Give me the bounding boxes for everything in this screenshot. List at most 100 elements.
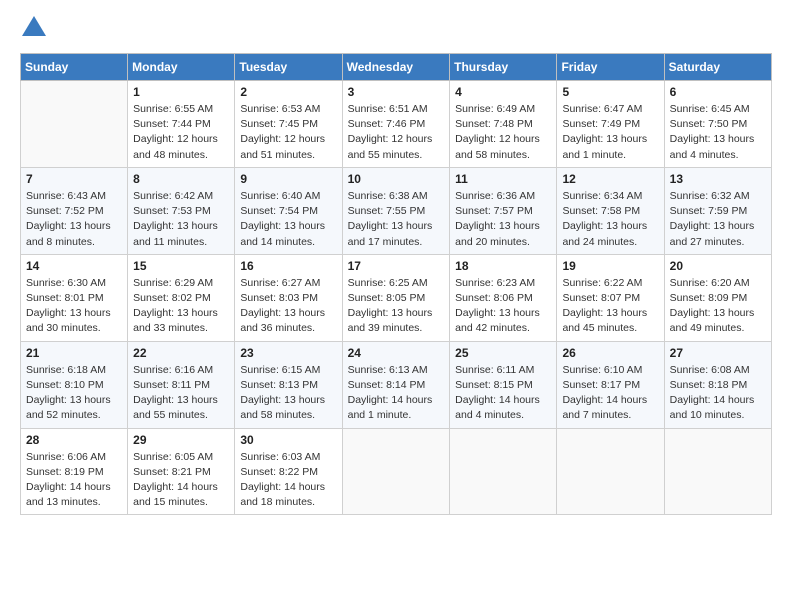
day-cell: 24 Sunrise: 6:13 AM Sunset: 8:14 PM Dayli… <box>342 341 450 428</box>
day-info: Sunrise: 6:10 AM Sunset: 8:17 PM Dayligh… <box>562 363 658 424</box>
day-info: Sunrise: 6:15 AM Sunset: 8:13 PM Dayligh… <box>240 363 336 424</box>
week-row-2: 7Sunrise: 6:43 AM Sunset: 7:52 PM Daylig… <box>21 167 772 254</box>
day-number: 26 <box>562 346 658 360</box>
day-number: 18 <box>455 259 551 273</box>
day-number: 21 <box>26 346 122 360</box>
logo-text <box>20 16 46 41</box>
weekday-header-sunday: Sunday <box>21 54 128 81</box>
weekday-header-row: SundayMondayTuesdayWednesdayThursdayFrid… <box>21 54 772 81</box>
day-number: 10 <box>348 172 445 186</box>
logo <box>20 16 46 41</box>
day-cell: 17 Sunrise: 6:25 AM Sunset: 8:05 PM Dayli… <box>342 254 450 341</box>
day-cell: 3 Sunrise: 6:51 AM Sunset: 7:46 PM Daylig… <box>342 81 450 168</box>
day-cell: 27 Sunrise: 6:08 AM Sunset: 8:18 PM Dayli… <box>664 341 771 428</box>
day-number: 23 <box>240 346 336 360</box>
day-cell <box>21 81 128 168</box>
day-number: 6 <box>670 85 766 99</box>
day-cell: 6Sunrise: 6:45 AM Sunset: 7:50 PM Daylig… <box>664 81 771 168</box>
day-number: 29 <box>133 433 229 447</box>
day-cell: 19Sunrise: 6:22 AM Sunset: 8:07 PM Dayli… <box>557 254 664 341</box>
day-info: Sunrise: 6:22 AM Sunset: 8:07 PM Dayligh… <box>562 276 658 337</box>
day-cell: 28 Sunrise: 6:06 AM Sunset: 8:19 PM Dayli… <box>21 428 128 515</box>
day-info: Sunrise: 6:18 AM Sunset: 8:10 PM Dayligh… <box>26 363 122 424</box>
day-cell: 11 Sunrise: 6:36 AM Sunset: 7:57 PM Dayli… <box>450 167 557 254</box>
day-cell: 20Sunrise: 6:20 AM Sunset: 8:09 PM Dayli… <box>664 254 771 341</box>
day-number: 9 <box>240 172 336 186</box>
day-info: Sunrise: 6:05 AM Sunset: 8:21 PM Dayligh… <box>133 450 229 511</box>
day-cell: 4 Sunrise: 6:49 AM Sunset: 7:48 PM Daylig… <box>450 81 557 168</box>
day-info: Sunrise: 6:51 AM Sunset: 7:46 PM Dayligh… <box>348 102 445 163</box>
day-info: Sunrise: 6:47 AM Sunset: 7:49 PM Dayligh… <box>562 102 658 163</box>
day-cell: 26 Sunrise: 6:10 AM Sunset: 8:17 PM Dayli… <box>557 341 664 428</box>
day-info: Sunrise: 6:32 AM Sunset: 7:59 PM Dayligh… <box>670 189 766 250</box>
day-number: 15 <box>133 259 229 273</box>
day-cell: 16Sunrise: 6:27 AM Sunset: 8:03 PM Dayli… <box>235 254 342 341</box>
day-info: Sunrise: 6:30 AM Sunset: 8:01 PM Dayligh… <box>26 276 122 337</box>
day-number: 12 <box>562 172 658 186</box>
weekday-header-thursday: Thursday <box>450 54 557 81</box>
day-cell: 12 Sunrise: 6:34 AM Sunset: 7:58 PM Dayli… <box>557 167 664 254</box>
day-info: Sunrise: 6:43 AM Sunset: 7:52 PM Dayligh… <box>26 189 122 250</box>
day-cell <box>557 428 664 515</box>
day-cell: 14 Sunrise: 6:30 AM Sunset: 8:01 PM Dayli… <box>21 254 128 341</box>
day-number: 2 <box>240 85 336 99</box>
day-cell: 13 Sunrise: 6:32 AM Sunset: 7:59 PM Dayli… <box>664 167 771 254</box>
weekday-header-monday: Monday <box>128 54 235 81</box>
day-number: 27 <box>670 346 766 360</box>
day-cell: 23 Sunrise: 6:15 AM Sunset: 8:13 PM Dayli… <box>235 341 342 428</box>
day-number: 16 <box>240 259 336 273</box>
day-number: 14 <box>26 259 122 273</box>
day-info: Sunrise: 6:06 AM Sunset: 8:19 PM Dayligh… <box>26 450 122 511</box>
day-number: 11 <box>455 172 551 186</box>
weekday-header-saturday: Saturday <box>664 54 771 81</box>
day-number: 28 <box>26 433 122 447</box>
day-info: Sunrise: 6:08 AM Sunset: 8:18 PM Dayligh… <box>670 363 766 424</box>
day-cell: 25Sunrise: 6:11 AM Sunset: 8:15 PM Dayli… <box>450 341 557 428</box>
day-cell <box>342 428 450 515</box>
day-cell: 18 Sunrise: 6:23 AM Sunset: 8:06 PM Dayli… <box>450 254 557 341</box>
day-info: Sunrise: 6:38 AM Sunset: 7:55 PM Dayligh… <box>348 189 445 250</box>
day-number: 5 <box>562 85 658 99</box>
logo-icon <box>22 16 46 36</box>
day-info: Sunrise: 6:13 AM Sunset: 8:14 PM Dayligh… <box>348 363 445 424</box>
day-info: Sunrise: 6:34 AM Sunset: 7:58 PM Dayligh… <box>562 189 658 250</box>
day-cell: 15 Sunrise: 6:29 AM Sunset: 8:02 PM Dayli… <box>128 254 235 341</box>
day-info: Sunrise: 6:03 AM Sunset: 8:22 PM Dayligh… <box>240 450 336 511</box>
day-cell <box>450 428 557 515</box>
day-cell: 10 Sunrise: 6:38 AM Sunset: 7:55 PM Dayli… <box>342 167 450 254</box>
day-number: 13 <box>670 172 766 186</box>
day-info: Sunrise: 6:16 AM Sunset: 8:11 PM Dayligh… <box>133 363 229 424</box>
day-info: Sunrise: 6:42 AM Sunset: 7:53 PM Dayligh… <box>133 189 229 250</box>
day-number: 24 <box>348 346 445 360</box>
day-info: Sunrise: 6:29 AM Sunset: 8:02 PM Dayligh… <box>133 276 229 337</box>
day-info: Sunrise: 6:25 AM Sunset: 8:05 PM Dayligh… <box>348 276 445 337</box>
day-cell: 29 Sunrise: 6:05 AM Sunset: 8:21 PM Dayli… <box>128 428 235 515</box>
week-row-1: 1 Sunrise: 6:55 AM Sunset: 7:44 PM Daylig… <box>21 81 772 168</box>
week-row-5: 28 Sunrise: 6:06 AM Sunset: 8:19 PM Dayli… <box>21 428 772 515</box>
day-info: Sunrise: 6:23 AM Sunset: 8:06 PM Dayligh… <box>455 276 551 337</box>
day-cell: 30Sunrise: 6:03 AM Sunset: 8:22 PM Dayli… <box>235 428 342 515</box>
day-cell: 8 Sunrise: 6:42 AM Sunset: 7:53 PM Daylig… <box>128 167 235 254</box>
day-cell: 21 Sunrise: 6:18 AM Sunset: 8:10 PM Dayli… <box>21 341 128 428</box>
day-number: 1 <box>133 85 229 99</box>
day-info: Sunrise: 6:36 AM Sunset: 7:57 PM Dayligh… <box>455 189 551 250</box>
day-cell <box>664 428 771 515</box>
day-number: 17 <box>348 259 445 273</box>
day-number: 8 <box>133 172 229 186</box>
weekday-header-wednesday: Wednesday <box>342 54 450 81</box>
weekday-header-friday: Friday <box>557 54 664 81</box>
day-number: 3 <box>348 85 445 99</box>
day-cell: 7Sunrise: 6:43 AM Sunset: 7:52 PM Daylig… <box>21 167 128 254</box>
day-info: Sunrise: 6:49 AM Sunset: 7:48 PM Dayligh… <box>455 102 551 163</box>
calendar-table: SundayMondayTuesdayWednesdayThursdayFrid… <box>20 53 772 515</box>
page-container: SundayMondayTuesdayWednesdayThursdayFrid… <box>0 0 792 531</box>
weekday-header-tuesday: Tuesday <box>235 54 342 81</box>
day-info: Sunrise: 6:40 AM Sunset: 7:54 PM Dayligh… <box>240 189 336 250</box>
day-cell: 1 Sunrise: 6:55 AM Sunset: 7:44 PM Daylig… <box>128 81 235 168</box>
day-number: 22 <box>133 346 229 360</box>
week-row-3: 14 Sunrise: 6:30 AM Sunset: 8:01 PM Dayli… <box>21 254 772 341</box>
day-info: Sunrise: 6:55 AM Sunset: 7:44 PM Dayligh… <box>133 102 229 163</box>
day-number: 25 <box>455 346 551 360</box>
day-cell: 5 Sunrise: 6:47 AM Sunset: 7:49 PM Daylig… <box>557 81 664 168</box>
day-number: 4 <box>455 85 551 99</box>
